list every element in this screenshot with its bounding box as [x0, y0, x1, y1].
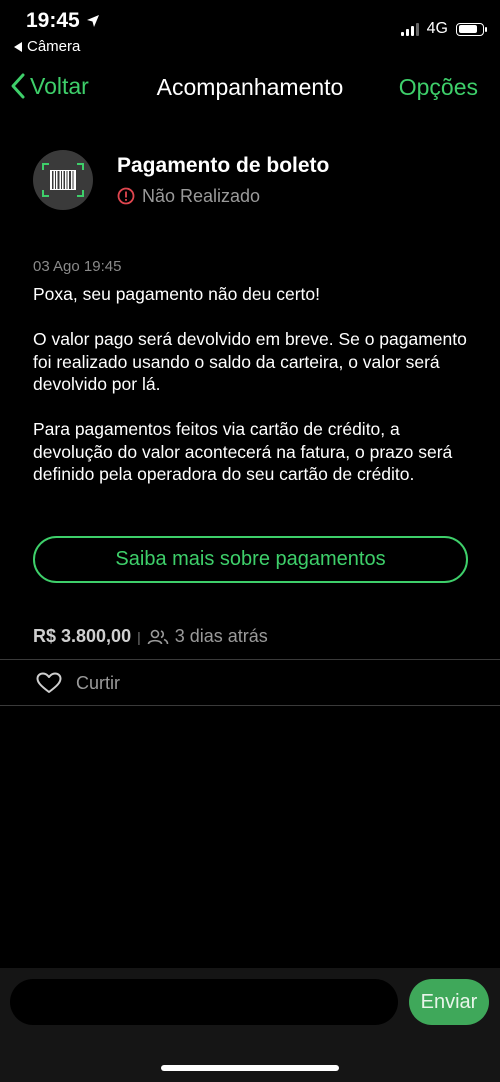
status-text: Não Realizado	[142, 185, 261, 206]
transaction-header: Pagamento de boleto Não Realizado	[33, 150, 329, 210]
comment-input[interactable]	[10, 979, 398, 1025]
status-badge: Não Realizado	[117, 186, 329, 207]
like-label: Curtir	[76, 672, 120, 693]
amount: R$ 3.800,00	[33, 626, 132, 646]
nav-bar: Voltar Acompanhamento Opções	[0, 72, 500, 106]
time-ago: 3 dias atrás	[174, 626, 268, 646]
separator: |	[137, 628, 141, 645]
heart-icon	[36, 672, 62, 693]
alert-circle-icon	[117, 187, 135, 205]
divider	[0, 659, 500, 660]
back-to-app[interactable]: Câmera	[14, 38, 80, 55]
send-button[interactable]: Enviar	[409, 979, 489, 1025]
back-button[interactable]: Voltar	[10, 72, 89, 100]
options-button[interactable]: Opções	[399, 74, 478, 101]
status-time: 19:45	[26, 9, 100, 33]
people-icon	[147, 629, 169, 644]
message-paragraph: Para pagamentos feitos via cartão de cré…	[33, 419, 453, 484]
back-triangle-icon	[14, 41, 22, 52]
like-button[interactable]: Curtir	[36, 672, 120, 694]
message-body: Poxa, seu pagamento não deu certo! O val…	[33, 283, 473, 508]
divider	[0, 705, 500, 706]
clock: 19:45	[26, 9, 80, 32]
home-indicator[interactable]	[161, 1065, 339, 1071]
chevron-left-icon	[11, 73, 25, 99]
transaction-meta: R$ 3.800,00 | 3 dias atrás	[33, 626, 268, 647]
back-app-label: Câmera	[27, 38, 81, 55]
learn-more-button[interactable]: Saiba mais sobre pagamentos	[33, 536, 468, 583]
status-indicators: 4G	[400, 20, 487, 38]
back-label: Voltar	[30, 72, 89, 99]
barcode-icon	[33, 150, 93, 210]
transaction-title: Pagamento de boleto	[117, 153, 330, 177]
location-arrow-icon	[86, 15, 99, 27]
message-paragraph: Poxa, seu pagamento não deu certo!	[33, 284, 321, 304]
message-paragraph: O valor pago será devolvido em breve. Se…	[33, 329, 467, 394]
signal-icon	[400, 22, 419, 36]
network-type: 4G	[426, 20, 448, 37]
comment-bar: Enviar	[0, 968, 500, 1082]
message-date: 03 Ago 19:45	[33, 258, 122, 275]
battery-icon	[456, 22, 487, 36]
